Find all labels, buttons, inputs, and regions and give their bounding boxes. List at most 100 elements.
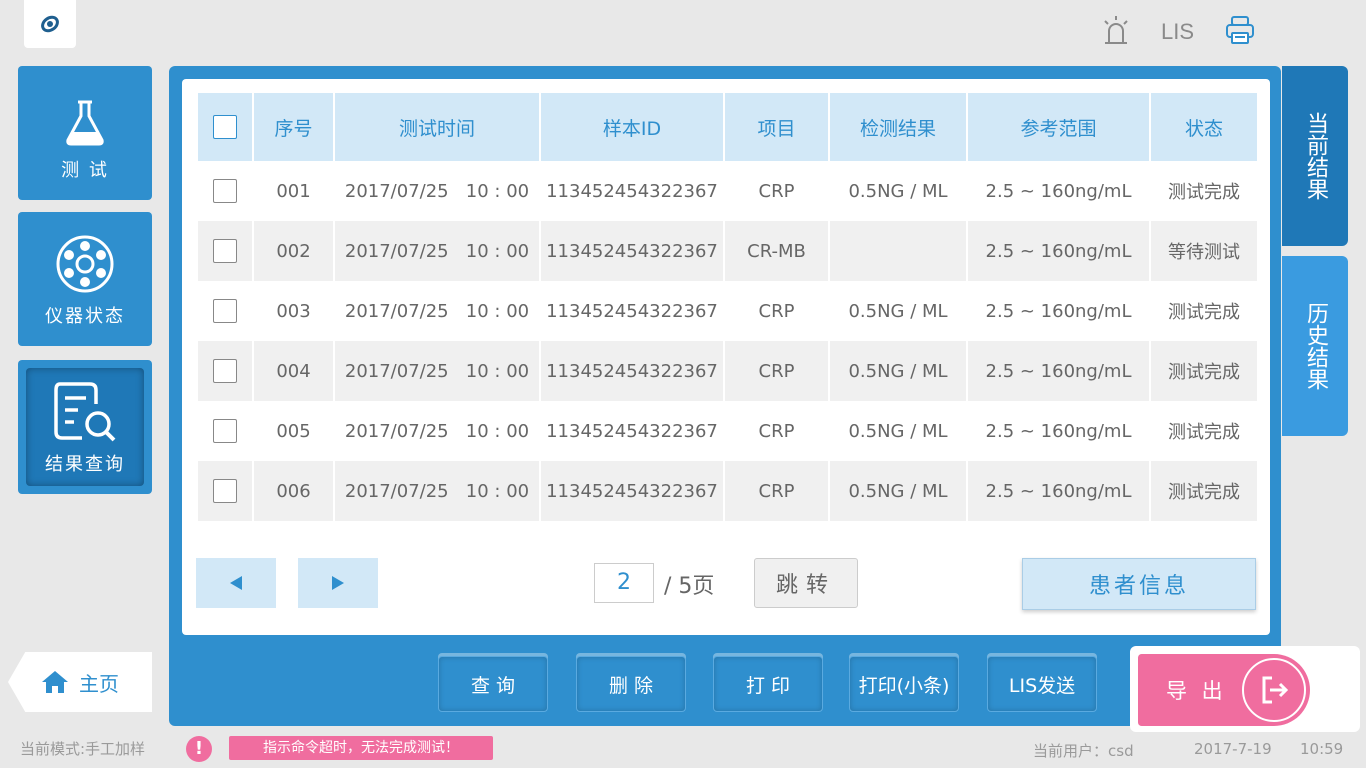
- current-mode: 当前模式:手工加样: [20, 740, 146, 758]
- row-checkbox[interactable]: [213, 419, 237, 443]
- row-checkbox[interactable]: [213, 359, 237, 383]
- cell-result: 0.5NG / ML: [830, 461, 966, 521]
- cell-reference-range: 2.5 ~ 160ng/mL: [968, 341, 1149, 401]
- cell-no: 003: [254, 281, 333, 341]
- cell-test-time: 2017/07/25 10 : 00: [335, 341, 539, 401]
- status-time: 10:59: [1300, 740, 1344, 758]
- query-button[interactable]: 查 询: [438, 656, 548, 712]
- lis-indicator[interactable]: LIS: [1161, 19, 1194, 45]
- exit-icon[interactable]: [1242, 658, 1306, 722]
- nav-test-label: 测 试: [61, 160, 109, 181]
- status-bar: 当前模式:手工加样 ! 指示命令超时，无法完成测试！ 当前用户：csd 2017…: [0, 736, 1366, 762]
- cell-item: CRP: [725, 341, 828, 401]
- prev-page-button[interactable]: [196, 558, 276, 608]
- row-checkbox[interactable]: [213, 479, 237, 503]
- col-result: 检测结果: [830, 93, 966, 161]
- cell-sample-id: 113452454322367: [541, 401, 723, 461]
- patient-info-button[interactable]: 患者信息: [1022, 558, 1256, 610]
- table-row[interactable]: 002 2017/07/25 10 : 00 113452454322367 CR-M…: [198, 221, 1257, 281]
- table-row[interactable]: 006 2017/07/25 10 : 00 113452454322367 CRP 0…: [198, 461, 1257, 521]
- cell-reference-range: 2.5 ~ 160ng/mL: [968, 161, 1149, 221]
- cell-sample-id: 113452454322367: [541, 341, 723, 401]
- row-checkbox[interactable]: [213, 179, 237, 203]
- rotor-icon: [56, 235, 114, 293]
- cell-reference-range: 2.5 ~ 160ng/mL: [968, 221, 1149, 281]
- row-select-cell: [198, 161, 252, 221]
- row-select-cell: [198, 281, 252, 341]
- col-sample-id: 样本ID: [541, 93, 723, 161]
- arrow-right-icon: [332, 576, 344, 590]
- next-page-button[interactable]: [298, 558, 378, 608]
- col-item: 项目: [725, 93, 828, 161]
- cell-no: 001: [254, 161, 333, 221]
- print-button[interactable]: 打 印: [713, 656, 823, 712]
- nav-instrument-status-label: 仪器状态: [45, 306, 125, 327]
- cell-test-time: 2017/07/25 10 : 00: [335, 461, 539, 521]
- table-row[interactable]: 003 2017/07/25 10 : 00 113452454322367 CRP 0…: [198, 281, 1257, 341]
- cell-item: CR-MB: [725, 221, 828, 281]
- lis-send-button[interactable]: LIS发送: [987, 656, 1097, 712]
- cell-test-time: 2017/07/25 10 : 00: [335, 401, 539, 461]
- cell-result: 0.5NG / ML: [830, 401, 966, 461]
- cell-result: 0.5NG / ML: [830, 281, 966, 341]
- row-select-cell: [198, 461, 252, 521]
- select-all-checkbox[interactable]: [213, 115, 237, 139]
- row-checkbox[interactable]: [213, 239, 237, 263]
- status-date: 2017-7-19: [1194, 740, 1272, 758]
- select-all-cell: [198, 93, 252, 161]
- nav-result-query-label: 结果查询: [45, 454, 125, 475]
- alarm-icon[interactable]: [1101, 14, 1131, 50]
- cell-sample-id: 113452454322367: [541, 281, 723, 341]
- cell-reference-range: 2.5 ~ 160ng/mL: [968, 281, 1149, 341]
- cell-reference-range: 2.5 ~ 160ng/mL: [968, 461, 1149, 521]
- document-search-icon: [54, 382, 116, 442]
- tab-history-results[interactable]: 历史结果: [1282, 256, 1348, 436]
- cell-no: 005: [254, 401, 333, 461]
- cell-item: CRP: [725, 401, 828, 461]
- arrow-left-icon: [230, 576, 242, 590]
- cell-reference-range: 2.5 ~ 160ng/mL: [968, 401, 1149, 461]
- logo-icon: [41, 15, 59, 33]
- nav-instrument-status[interactable]: 仪器状态: [18, 212, 152, 346]
- export-label: 导 出: [1166, 679, 1227, 703]
- cell-result: [830, 221, 966, 281]
- nav-test[interactable]: 测 试: [18, 66, 152, 200]
- table-row[interactable]: 001 2017/07/25 10 : 00 113452454322367 CRP 0…: [198, 161, 1257, 221]
- cell-no: 004: [254, 341, 333, 401]
- cell-sample-id: 113452454322367: [541, 161, 723, 221]
- warning-message: 指示命令超时，无法完成测试！: [229, 736, 493, 760]
- col-no: 序号: [254, 93, 333, 161]
- page-number-input[interactable]: 2: [594, 563, 654, 603]
- row-select-cell: [198, 341, 252, 401]
- table-header-row: 序号 测试时间 样本ID 项目 检测结果 参考范围 状态: [198, 93, 1257, 161]
- print-slip-button[interactable]: 打印(小条): [849, 656, 959, 712]
- cell-result: 0.5NG / ML: [830, 341, 966, 401]
- flask-icon: [66, 100, 104, 146]
- cell-status: 测试完成: [1151, 341, 1257, 401]
- col-test-time: 测试时间: [335, 93, 539, 161]
- home-icon: [42, 671, 68, 693]
- cell-no: 006: [254, 461, 333, 521]
- warning-icon: !: [186, 736, 212, 762]
- cell-no: 002: [254, 221, 333, 281]
- row-select-cell: [198, 401, 252, 461]
- col-reference-range: 参考范围: [968, 93, 1149, 161]
- current-user: 当前用户：csd: [1033, 742, 1134, 760]
- delete-button[interactable]: 删 除: [576, 656, 686, 712]
- cell-item: CRP: [725, 461, 828, 521]
- table-row[interactable]: 004 2017/07/25 10 : 00 113452454322367 CRP 0…: [198, 341, 1257, 401]
- cell-sample-id: 113452454322367: [541, 461, 723, 521]
- tab-current-results[interactable]: 当前结果: [1282, 66, 1348, 246]
- home-button[interactable]: 主页: [8, 652, 152, 712]
- cell-status: 测试完成: [1151, 401, 1257, 461]
- page-total: / 5页: [664, 574, 715, 599]
- jump-button[interactable]: 跳转: [754, 558, 858, 608]
- cell-item: CRP: [725, 161, 828, 221]
- nav-result-query[interactable]: 结果查询: [18, 360, 152, 494]
- cell-status: 等待测试: [1151, 221, 1257, 281]
- row-checkbox[interactable]: [213, 299, 237, 323]
- cell-test-time: 2017/07/25 10 : 00: [335, 281, 539, 341]
- top-toolbar: LIS: [1101, 14, 1256, 50]
- printer-icon[interactable]: [1224, 14, 1256, 50]
- table-row[interactable]: 005 2017/07/25 10 : 00 113452454322367 CRP 0…: [198, 401, 1257, 461]
